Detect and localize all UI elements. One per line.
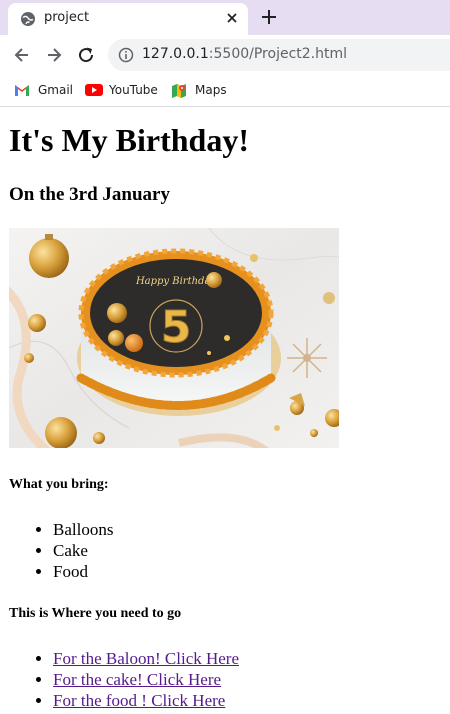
new-tab-icon[interactable] [260, 8, 278, 26]
bookmark-label: Maps [195, 83, 227, 97]
close-icon[interactable] [224, 10, 240, 26]
birthday-cake-image: Happy Birthday 5 [9, 228, 339, 448]
youtube-icon [85, 84, 103, 96]
cake-link[interactable]: For the cake! Click Here [53, 670, 221, 689]
list-item: For the cake! Click Here [53, 669, 239, 690]
browser-tab[interactable]: project [8, 3, 248, 35]
cake-topper-text: Happy Birthday [135, 276, 216, 287]
bring-list: Balloons Cake Food [0, 519, 113, 582]
bring-heading: What you bring: [9, 477, 109, 492]
gmail-icon [15, 85, 29, 96]
where-heading: This is Where you need to go [9, 606, 182, 621]
food-link[interactable]: For the food ! Click Here [53, 691, 225, 710]
list-item: For the Baloon! Click Here [53, 648, 239, 669]
balloon-link[interactable]: For the Baloon! Click Here [53, 649, 239, 668]
forward-icon[interactable] [44, 45, 64, 65]
page-content: It's My Birthday! On the 3rd January Hap… [0, 108, 450, 714]
reload-icon[interactable] [76, 45, 96, 65]
list-item: Food [53, 561, 113, 582]
list-item: For the food ! Click Here [53, 690, 239, 711]
page-subtitle: On the 3rd January [9, 184, 170, 205]
globe-icon [21, 12, 35, 26]
tab-title: project [44, 10, 90, 25]
back-icon[interactable] [12, 45, 32, 65]
url-path: :5500/Project2.html [208, 46, 348, 62]
maps-icon [172, 84, 186, 98]
bookmarks-bar: Gmail YouTube Maps [0, 75, 450, 107]
browser-toolbar: 127.0.0.1:5500/Project2.html [0, 35, 450, 75]
page-title: It's My Birthday! [9, 122, 249, 158]
links-list: For the Baloon! Click Here For the cake!… [0, 648, 239, 711]
info-icon[interactable] [118, 47, 134, 63]
tab-strip: project [0, 0, 450, 35]
url-text: 127.0.0.1:5500/Project2.html [142, 46, 347, 62]
list-item: Cake [53, 540, 113, 561]
list-item: Balloons [53, 519, 113, 540]
url-host: 127.0.0.1 [142, 46, 209, 62]
address-bar[interactable]: 127.0.0.1:5500/Project2.html [108, 39, 450, 71]
bookmark-label: Gmail [38, 83, 74, 97]
cake-number: 5 [161, 302, 192, 353]
bookmark-label: YouTube [109, 83, 158, 97]
